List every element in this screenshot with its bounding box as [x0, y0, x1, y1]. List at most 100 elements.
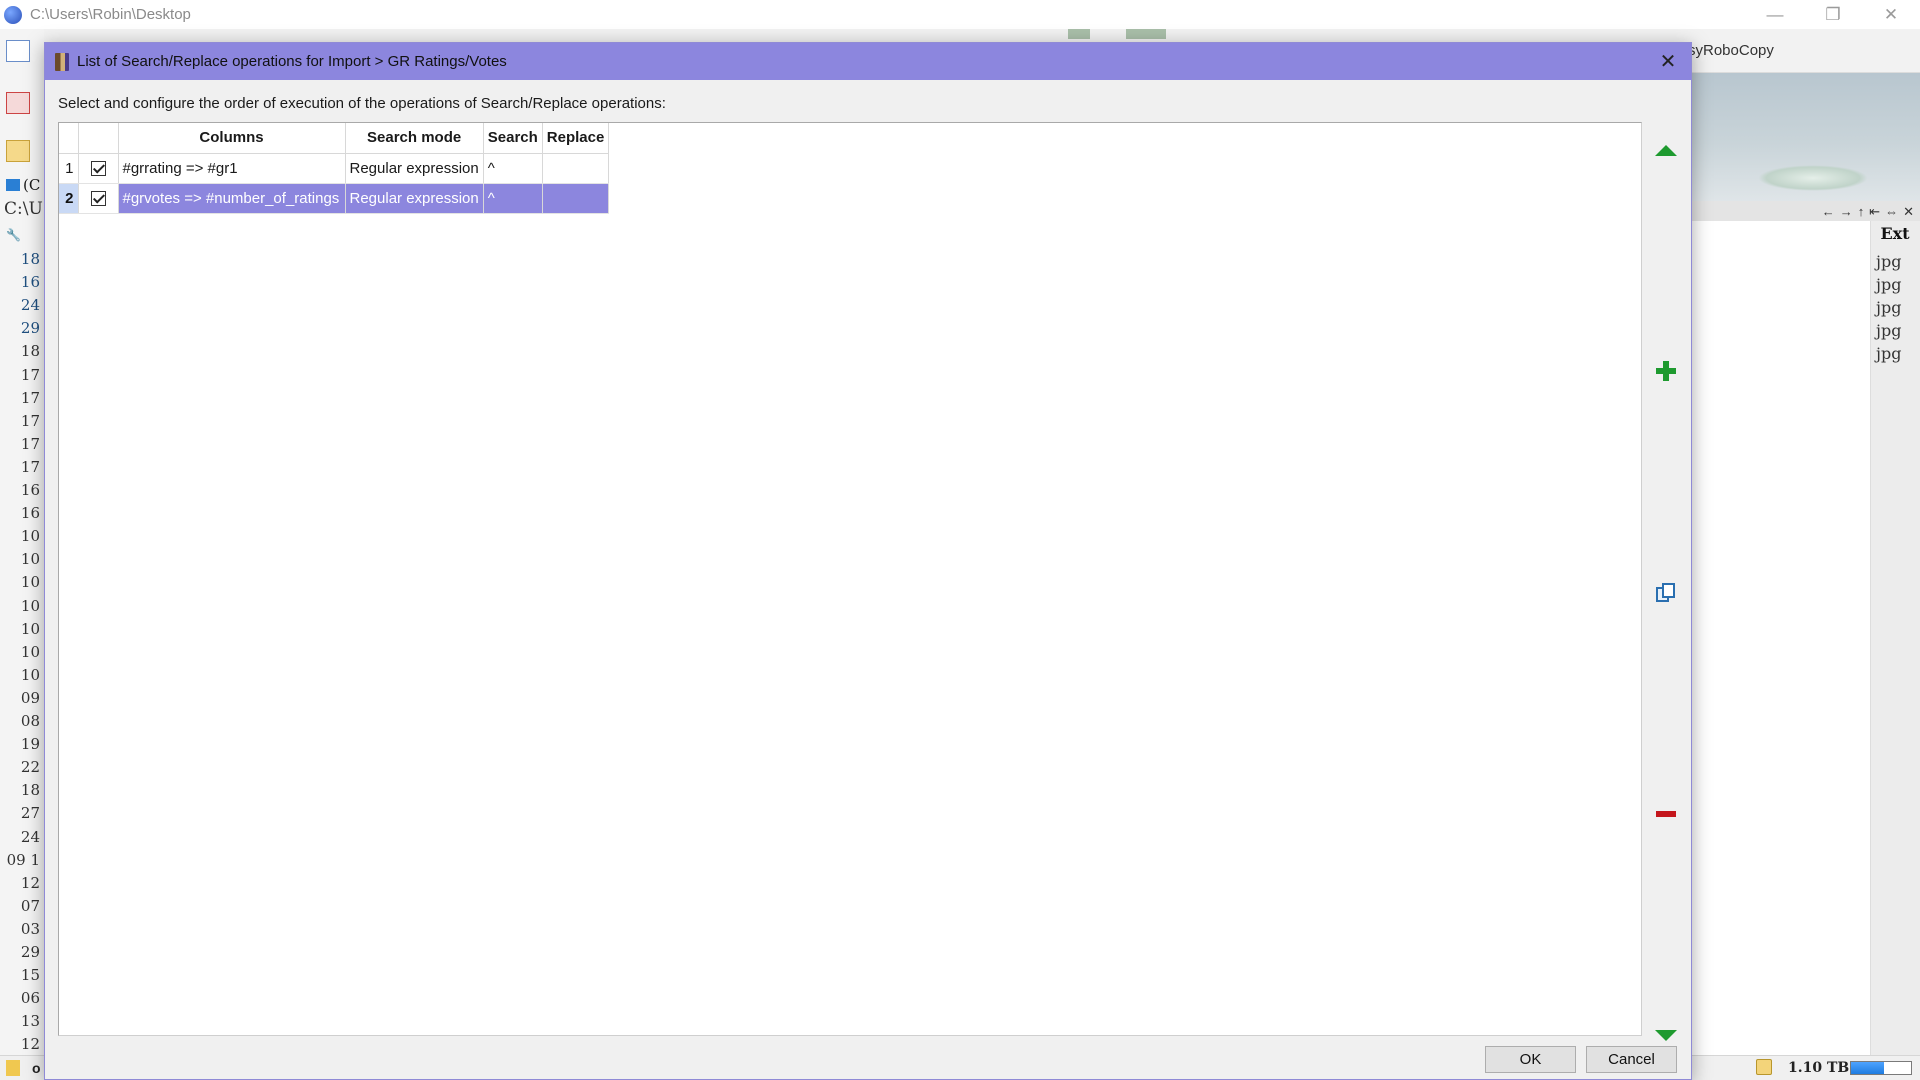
- favorite-icon[interactable]: [6, 140, 30, 162]
- books-icon: [55, 52, 69, 71]
- left-number: 19: [20, 735, 40, 754]
- left-number: 15: [20, 966, 40, 985]
- operations-table: Columns Search mode Search Replace 1 #gr…: [59, 123, 610, 214]
- copy-icon: [1655, 582, 1677, 604]
- left-number: 17: [20, 365, 40, 384]
- swap-icon[interactable]: ⇔: [1885, 205, 1898, 218]
- table-row[interactable]: 1 #grrating => #gr1 Regular expression ^: [59, 153, 610, 184]
- window-path: C:\Users\Robin\Desktop: [30, 6, 191, 23]
- app-logo-icon: [4, 5, 22, 24]
- disk-usage-bar: [1850, 1061, 1912, 1075]
- left-number: 10: [20, 642, 40, 661]
- navigation-bar: ← → ↑ ⇤ ⇔ ✕: [1692, 201, 1920, 221]
- checkbox-checked-icon[interactable]: [90, 161, 106, 177]
- left-number: 24: [20, 296, 40, 315]
- back-arrow-icon[interactable]: ←: [1822, 205, 1835, 218]
- minimize-icon[interactable]: —: [1746, 0, 1804, 29]
- row-checkbox[interactable]: [78, 183, 119, 214]
- cell-search-mode[interactable]: Regular expression: [345, 153, 484, 184]
- left-number: 29: [20, 319, 40, 338]
- instructions-text: Select and configure the order of execut…: [58, 95, 666, 112]
- left-number: 22: [20, 758, 40, 777]
- close-panel-icon[interactable]: ✕: [1903, 205, 1914, 218]
- remove-button[interactable]: [1651, 800, 1681, 828]
- left-number: 29: [20, 943, 40, 961]
- arrow-down-icon: [1655, 1029, 1677, 1041]
- left-number: 12: [20, 873, 40, 892]
- left-number: 10: [20, 596, 40, 615]
- left-number: 17: [20, 411, 40, 430]
- header-columns[interactable]: Columns: [118, 123, 346, 154]
- dialog-close-button[interactable]: ✕: [1645, 43, 1691, 80]
- left-number: 27: [20, 804, 40, 823]
- left-number: 18: [20, 342, 40, 361]
- left-number: 18: [20, 781, 40, 800]
- up-arrow-icon[interactable]: ↑: [1858, 205, 1865, 218]
- cell-replace[interactable]: [542, 153, 610, 184]
- dialog-title: List of Search/Replace operations for Im…: [77, 53, 507, 70]
- left-number: 08: [20, 712, 40, 730]
- left-number: 10: [20, 527, 40, 546]
- checkbox-checked-icon[interactable]: [90, 191, 106, 207]
- row-checkbox[interactable]: [78, 153, 119, 184]
- header-rownum: [59, 123, 79, 154]
- forward-arrow-icon[interactable]: →: [1840, 205, 1853, 218]
- ext-column-header[interactable]: Ext: [1870, 224, 1920, 243]
- move-up-button[interactable]: [1651, 136, 1681, 164]
- lock-icon: [1756, 1059, 1772, 1075]
- left-number: 16: [20, 481, 40, 499]
- left-number: 10: [20, 619, 40, 638]
- cell-search-mode[interactable]: Regular expression: [345, 183, 484, 214]
- left-number: 17: [20, 388, 40, 407]
- move-down-button[interactable]: [1651, 1021, 1681, 1049]
- cancel-button[interactable]: Cancel: [1586, 1046, 1677, 1073]
- cell-search[interactable]: ^: [483, 153, 543, 184]
- right-panel-label: syRoboCopy: [1688, 42, 1774, 59]
- left-number: 18: [20, 250, 40, 268]
- header-replace[interactable]: Replace: [542, 123, 610, 154]
- status-left-text: o: [32, 1060, 41, 1076]
- header-search[interactable]: Search: [483, 123, 543, 154]
- wrench-icon: 🔧: [6, 228, 21, 242]
- ext-item: jpg: [1876, 275, 1902, 294]
- left-number: 09: [20, 688, 40, 707]
- drive-tab: (C: [6, 176, 40, 194]
- left-number: 10: [20, 573, 40, 592]
- left-number: 12: [20, 1035, 40, 1054]
- left-number: 16: [20, 273, 40, 292]
- first-icon[interactable]: ⇤: [1869, 205, 1880, 218]
- dialog-title-bar[interactable]: List of Search/Replace operations for Im…: [45, 43, 1691, 80]
- restore-icon[interactable]: ❐: [1804, 0, 1862, 29]
- header-search-mode[interactable]: Search mode: [345, 123, 484, 154]
- plus-icon: [1656, 361, 1676, 381]
- ok-button[interactable]: OK: [1485, 1046, 1576, 1073]
- table-row[interactable]: 2 #grvotes => #number_of_ratings Regular…: [59, 183, 610, 214]
- header-check: [78, 123, 119, 154]
- operations-table-frame: Columns Search mode Search Replace 1 #gr…: [58, 122, 1642, 1036]
- ext-item: jpg: [1876, 344, 1902, 363]
- toolbar-decoration: [1126, 29, 1166, 39]
- cell-replace[interactable]: [542, 183, 610, 214]
- cell-columns[interactable]: #grrating => #gr1: [118, 153, 346, 184]
- copy-button[interactable]: [1651, 579, 1681, 607]
- left-number: 07: [20, 896, 40, 915]
- disk-size: 1.10 TB: [1788, 1060, 1850, 1076]
- search-replace-dialog: List of Search/Replace operations for Im…: [44, 42, 1692, 1080]
- window-icon[interactable]: [6, 40, 30, 62]
- left-path: C:\U: [4, 199, 43, 219]
- cell-columns[interactable]: #grvotes => #number_of_ratings: [118, 183, 346, 214]
- left-number: 09 1: [6, 850, 40, 869]
- add-button[interactable]: [1651, 357, 1681, 385]
- left-number: 10: [20, 550, 40, 569]
- drive-icon: [6, 179, 20, 191]
- close-window-icon[interactable]: ✕: [1862, 0, 1920, 29]
- close-tab-icon[interactable]: [6, 92, 30, 114]
- cell-search[interactable]: ^: [483, 183, 543, 214]
- left-number: 17: [20, 457, 40, 476]
- background-banner-image: [1692, 73, 1920, 201]
- ext-item: jpg: [1876, 321, 1902, 340]
- drive-tab-label: (C: [23, 176, 41, 194]
- left-number: 24: [20, 827, 40, 846]
- ext-item: jpg: [1876, 252, 1902, 271]
- table-header-row: Columns Search mode Search Replace: [59, 123, 610, 154]
